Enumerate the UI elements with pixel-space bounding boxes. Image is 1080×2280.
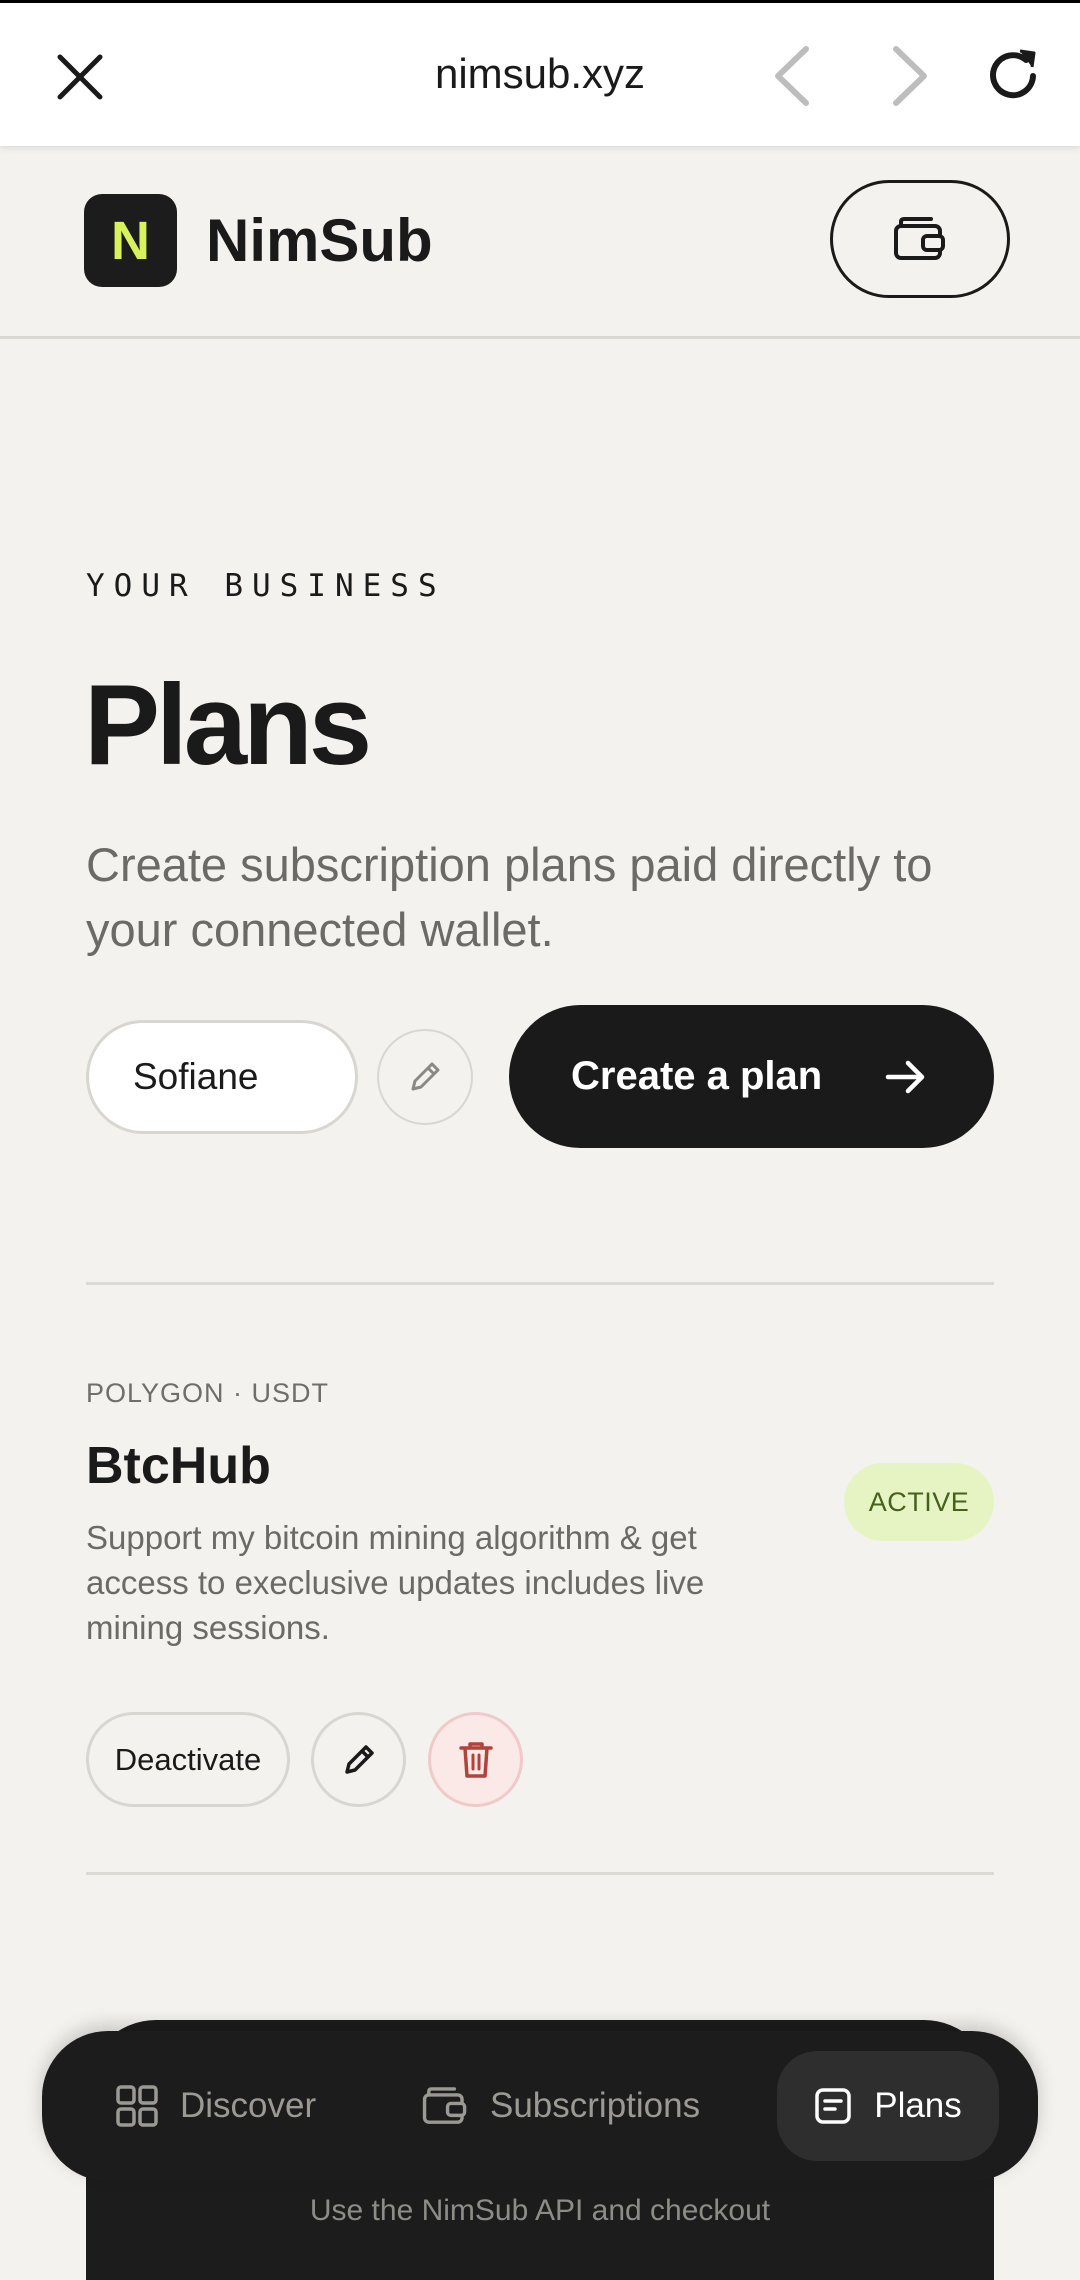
nav-label: Plans xyxy=(874,2086,962,2125)
app-header: N NimSub xyxy=(0,146,1080,339)
business-name-value: Sofiane xyxy=(133,1056,259,1097)
section-eyebrow: YOUR BUSINESS xyxy=(86,568,446,604)
page-subtitle: Create subscription plans paid directly … xyxy=(86,838,933,956)
brand-initial: N xyxy=(111,210,150,271)
nav-item-discover[interactable]: Discover xyxy=(116,2031,316,2181)
nav-label: Subscriptions xyxy=(490,2086,701,2125)
pencil-icon xyxy=(411,1062,440,1091)
create-plan-button[interactable]: Create a plan xyxy=(509,1005,994,1148)
pencil-icon xyxy=(344,1744,374,1774)
business-name-field[interactable]: Sofiane xyxy=(86,1020,358,1134)
status-badge: ACTIVE xyxy=(844,1463,994,1541)
deactivate-label: Deactivate xyxy=(114,1741,262,1777)
nav-label: Discover xyxy=(180,2086,317,2125)
document-icon xyxy=(815,2088,851,2124)
brand-name[interactable]: NimSub xyxy=(206,206,433,275)
brand-logo[interactable]: N xyxy=(84,194,177,287)
plan-network: POLYGON · USDT xyxy=(86,1378,330,1408)
arrow-right-icon xyxy=(885,1060,925,1094)
api-card-text: Use the NimSub API and checkout xyxy=(309,2194,771,2227)
grid-icon xyxy=(116,2085,158,2127)
section-divider xyxy=(86,1872,994,1875)
plan-description: Support my bitcoin mining algorithm & ge… xyxy=(86,1519,705,1646)
create-plan-label: Create a plan xyxy=(571,1054,823,1098)
edit-plan-button[interactable] xyxy=(311,1712,406,1807)
delete-plan-button[interactable] xyxy=(428,1712,523,1807)
edit-business-name-button[interactable] xyxy=(377,1029,473,1125)
back-arrow-icon[interactable] xyxy=(762,41,822,111)
forward-arrow-icon[interactable] xyxy=(880,41,940,111)
trash-icon xyxy=(458,1741,493,1778)
page-title: Plans xyxy=(84,662,372,789)
browser-toolbar: nimsub.xyz xyxy=(0,3,1080,146)
plan-name: BtcHub xyxy=(86,1437,271,1495)
wallet-button[interactable] xyxy=(830,180,1010,298)
bottom-nav: Discover Subscriptions Plans xyxy=(42,2031,1038,2181)
nav-item-plans[interactable]: Plans xyxy=(777,2051,999,2161)
wallet-icon xyxy=(422,2087,467,2124)
section-divider xyxy=(86,1282,994,1285)
reload-icon[interactable] xyxy=(982,45,1044,107)
wallet-icon xyxy=(894,217,945,260)
nav-item-subscriptions[interactable]: Subscriptions xyxy=(422,2031,700,2181)
deactivate-button[interactable]: Deactivate xyxy=(86,1712,290,1807)
